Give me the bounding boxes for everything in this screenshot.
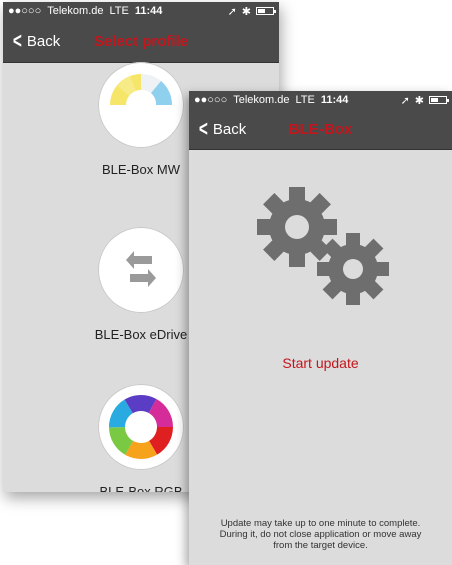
- rgb-color-wheel-icon[interactable]: [98, 384, 184, 470]
- network-type: LTE: [109, 5, 129, 17]
- signal-strength: ●●○○○: [194, 94, 228, 106]
- location-icon: ➚: [227, 5, 237, 18]
- carrier-name: Telekom.de: [47, 5, 104, 17]
- carrier-name: Telekom.de: [233, 94, 290, 106]
- bluetooth-icon: ✱: [241, 5, 251, 18]
- swap-arrows-icon[interactable]: [98, 227, 184, 313]
- back-label: Back: [212, 120, 247, 138]
- nav-bar: < Back BLE-Box: [189, 109, 452, 150]
- signal-strength: ●●○○○: [8, 5, 42, 17]
- update-note: Update may take up to one minute to comp…: [199, 518, 442, 551]
- back-button[interactable]: < Back: [3, 30, 60, 52]
- bluetooth-icon: ✱: [414, 94, 424, 107]
- gears-icon: [253, 183, 403, 318]
- status-bar: ●●○○○ Telekom.de LTE 11:44 ➚ ✱: [3, 2, 279, 20]
- note-line: During it, do not close application or m…: [219, 529, 422, 540]
- network-type: LTE: [295, 94, 315, 106]
- clock: 11:44: [320, 94, 349, 106]
- battery-icon: [429, 96, 449, 104]
- status-bar: ●●○○○ Telekom.de LTE 11:44 ➚ ✱: [189, 91, 452, 109]
- chevron-left-icon: <: [12, 28, 22, 53]
- location-icon: ➚: [400, 94, 410, 107]
- mw-color-ring-icon[interactable]: [98, 62, 184, 148]
- battery-icon: [256, 7, 276, 15]
- start-update-button[interactable]: Start update: [189, 355, 452, 371]
- clock: 11:44: [134, 5, 163, 17]
- ble-box-update-screen: ●●○○○ Telekom.de LTE 11:44 ➚ ✱ < Back BL…: [189, 91, 452, 565]
- note-line: Update may take up to one minute to comp…: [220, 518, 421, 529]
- chevron-left-icon: <: [198, 116, 208, 141]
- back-label: Back: [26, 32, 61, 50]
- nav-bar: < Back Select profile: [3, 20, 279, 63]
- note-line: from the target device.: [273, 540, 368, 551]
- back-button[interactable]: < Back: [189, 118, 246, 140]
